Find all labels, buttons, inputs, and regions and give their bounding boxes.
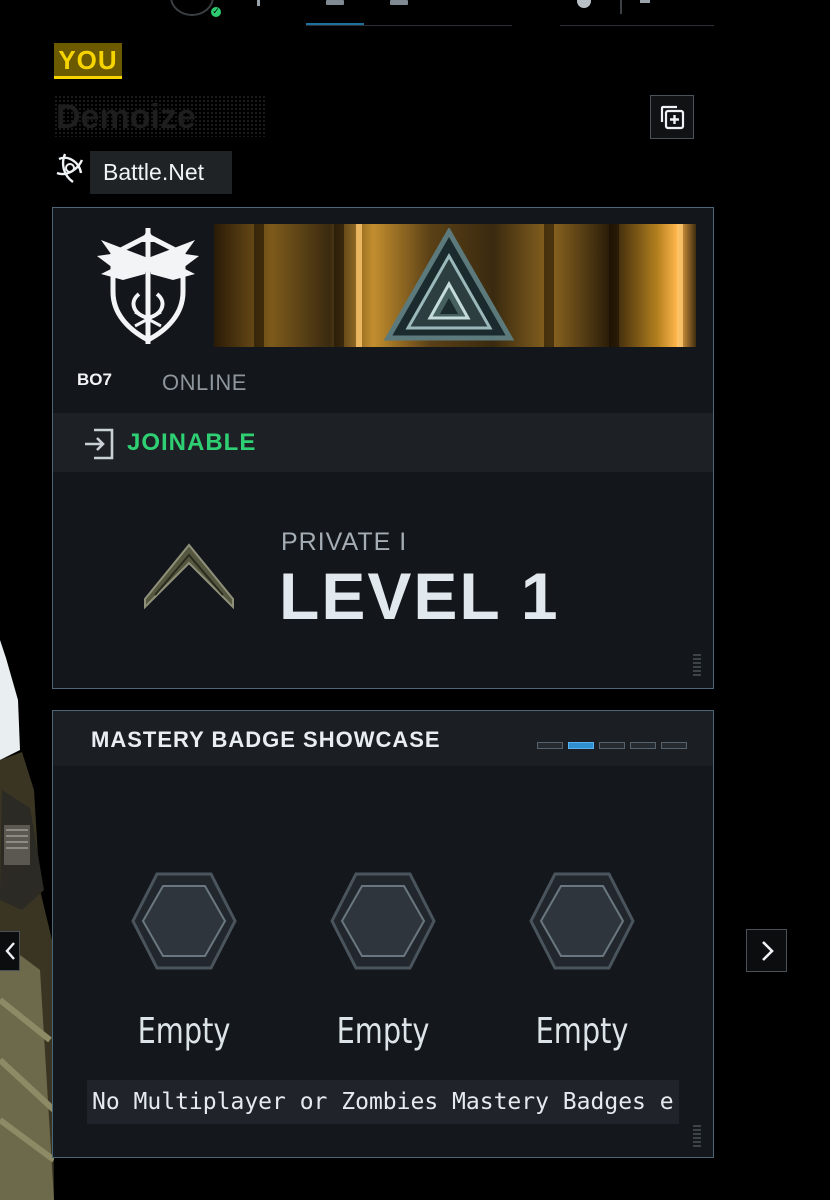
online-status: ONLINE — [162, 370, 247, 395]
next-button[interactable] — [746, 929, 787, 972]
svg-text:BO7: BO7 — [77, 370, 112, 388]
platform-label: Battle.Net — [90, 151, 232, 194]
corner-decoration — [693, 652, 701, 676]
nav-avatar[interactable] — [170, 0, 214, 16]
battlenet-icon — [56, 153, 84, 183]
join-icon — [85, 428, 114, 460]
prev-button[interactable] — [0, 931, 20, 971]
empty-badge-slot-icon[interactable] — [129, 866, 239, 976]
chevron-right-icon — [761, 940, 774, 961]
player-level: LEVEL 1 — [279, 559, 560, 633]
online-check-icon: ✓ — [209, 5, 223, 19]
badge-slot-label: Empty — [535, 1011, 629, 1052]
chevron-left-icon — [4, 942, 15, 960]
character-render — [0, 640, 54, 1200]
calling-card — [214, 224, 696, 347]
empty-badge-slot-icon[interactable] — [527, 866, 637, 976]
joinable-row[interactable]: JOINABLE — [53, 413, 713, 472]
mastery-note: No Multiplayer or Zombies Mastery Badges… — [87, 1080, 679, 1124]
emblem-icon — [97, 228, 199, 344]
game-logo: BO7 — [77, 370, 112, 388]
profile-card: BO7 ONLINE JOINABLE PRIVATE I LEVEL 1 — [52, 207, 714, 689]
messages-icon — [390, 0, 408, 5]
friends-icon — [326, 0, 344, 5]
shield-icon[interactable] — [577, 0, 591, 8]
empty-badge-slot-icon[interactable] — [328, 866, 438, 976]
top-nav: ✓ — [0, 0, 830, 30]
corner-decoration — [693, 1123, 701, 1147]
mastery-header: MASTERY BADGE SHOWCASE — [53, 711, 713, 766]
nav-separator — [620, 0, 622, 14]
nav-tab-messages[interactable] — [378, 0, 420, 26]
you-badge: YOU — [54, 43, 122, 79]
badge-slot-label: Empty — [137, 1011, 231, 1052]
nav-mini-icon[interactable] — [640, 0, 650, 3]
nav-divider — [306, 25, 512, 26]
joinable-status: JOINABLE — [127, 429, 257, 456]
rank-insignia-icon — [144, 543, 234, 609]
nav-marker — [257, 0, 260, 6]
mastery-pager — [537, 742, 687, 749]
pager-dot[interactable] — [599, 742, 625, 749]
add-friend-icon — [660, 105, 685, 130]
gamertag: Demoize — [54, 95, 266, 137]
add-friend-button[interactable] — [650, 95, 694, 139]
mastery-title: MASTERY BADGE SHOWCASE — [91, 727, 441, 752]
pager-dot-active[interactable] — [568, 742, 594, 749]
pager-dot[interactable] — [630, 742, 656, 749]
mastery-badge-card: MASTERY BADGE SHOWCASE Empty Empty Empty… — [52, 710, 714, 1158]
badge-slot-label: Empty — [336, 1011, 430, 1052]
pager-dot[interactable] — [661, 742, 687, 749]
calling-card-emblem — [384, 228, 514, 341]
pager-dot[interactable] — [537, 742, 563, 749]
nav-tab-friends[interactable] — [306, 0, 364, 26]
rank-name: PRIVATE I — [281, 528, 408, 556]
nav-divider — [560, 25, 714, 26]
